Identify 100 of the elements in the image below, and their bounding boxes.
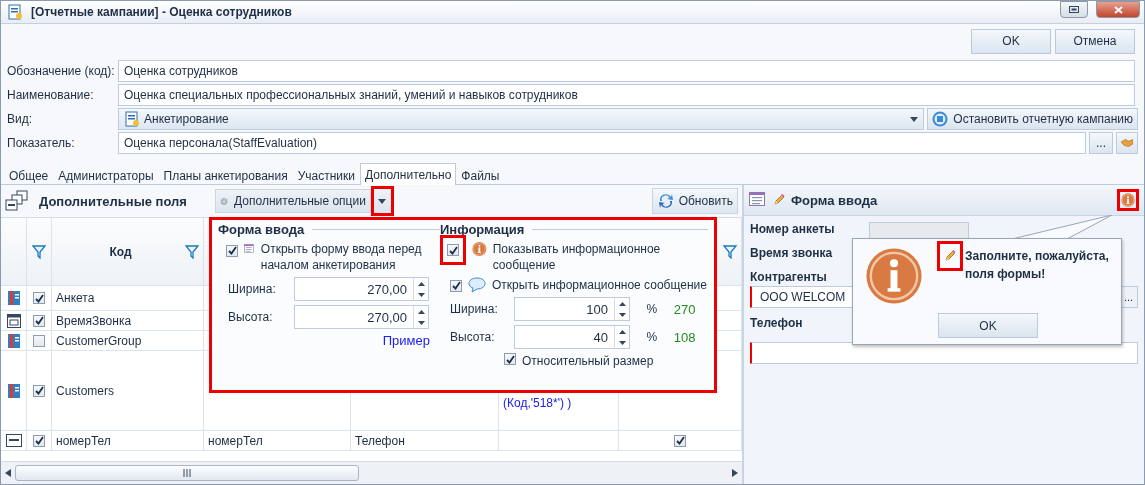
computed-value: 108 bbox=[673, 329, 697, 345]
table-cell: ВремяЗвонка bbox=[52, 311, 204, 331]
spin-buttons[interactable] bbox=[614, 326, 629, 348]
column-title: Код bbox=[108, 244, 133, 259]
info-button[interactable] bbox=[1117, 189, 1139, 211]
app-icon bbox=[7, 4, 23, 20]
info-icon bbox=[865, 247, 923, 305]
unit-label: % bbox=[646, 329, 659, 345]
tab[interactable]: Дополнительно bbox=[359, 163, 457, 185]
field-label: Время звонка bbox=[750, 246, 833, 260]
restore-button[interactable] bbox=[1060, 1, 1088, 18]
table-cell: Телефон bbox=[351, 431, 499, 451]
field-label: Ширина: bbox=[228, 281, 277, 297]
browse-button[interactable]: ... bbox=[1089, 132, 1113, 154]
refresh-button[interactable]: Обновить bbox=[651, 188, 738, 214]
field-label: Высота: bbox=[450, 329, 496, 345]
pencil-icon bbox=[773, 194, 785, 206]
text-field[interactable]: Оценка специальных профессиональных знаний, умений и навыков сотрудников bbox=[118, 84, 1135, 106]
info-icon bbox=[1121, 193, 1135, 207]
filter-icon[interactable] bbox=[185, 244, 199, 259]
tab[interactable]: Администраторы bbox=[53, 165, 159, 185]
table-cell: номерТел bbox=[204, 431, 351, 451]
options-button[interactable]: Дополнительные опции bbox=[214, 189, 371, 213]
field-label: Номер анкеты bbox=[750, 222, 835, 236]
checkbox-label: Открыть форму ввода перед началом анкетирования bbox=[260, 241, 423, 273]
info-icon bbox=[472, 241, 487, 257]
panel-title: Форма ввода bbox=[791, 192, 878, 208]
scroll-thumb[interactable] bbox=[15, 465, 359, 481]
computed-value: 270 bbox=[673, 301, 697, 317]
checkbox[interactable] bbox=[226, 244, 238, 257]
survey-icon bbox=[124, 111, 140, 127]
handshake-icon bbox=[1121, 138, 1133, 148]
pencil-icon bbox=[944, 250, 956, 262]
form-icon bbox=[749, 192, 767, 208]
checkbox[interactable] bbox=[33, 314, 45, 327]
group-title: Информация bbox=[440, 222, 525, 237]
close-icon bbox=[1113, 5, 1123, 14]
caret-icon bbox=[378, 198, 387, 204]
column-header[interactable] bbox=[27, 218, 52, 286]
caret-icon bbox=[910, 116, 919, 122]
filter-icon[interactable] bbox=[723, 244, 737, 259]
tab[interactable]: Общее bbox=[4, 165, 54, 185]
field-label: Вид: bbox=[7, 112, 34, 126]
spin-buttons[interactable] bbox=[413, 306, 428, 328]
handshake-button[interactable] bbox=[1116, 132, 1138, 154]
dropdown-button[interactable] bbox=[370, 186, 394, 216]
scroll-left-icon[interactable] bbox=[5, 469, 11, 477]
table-cell: номерТел bbox=[52, 431, 204, 451]
number-field[interactable]: 270,00 bbox=[294, 277, 429, 301]
spin-buttons[interactable] bbox=[413, 278, 428, 300]
field-label: Телефон bbox=[750, 316, 803, 330]
field-label: Показатель: bbox=[7, 136, 76, 150]
unit-label: % bbox=[646, 301, 659, 317]
example-link[interactable]: Пример bbox=[382, 333, 430, 348]
tab[interactable]: Планы анкетирования bbox=[158, 165, 293, 185]
book-icon bbox=[6, 290, 21, 306]
stop-campaign-button[interactable]: Остановить отчетную кампанию bbox=[927, 108, 1138, 130]
message-text: Заполните, пожалуйста, поля формы! bbox=[965, 248, 1110, 283]
field-label: Высота: bbox=[228, 309, 274, 325]
lookup-field[interactable]: Оценка персонала(StaffEvaluation) bbox=[118, 132, 1086, 154]
checkbox[interactable] bbox=[33, 384, 45, 397]
field-label: Обозначение (код): bbox=[7, 64, 115, 78]
checkbox[interactable] bbox=[33, 434, 45, 447]
table-cell: Анкета bbox=[52, 286, 204, 311]
checkbox[interactable] bbox=[674, 434, 686, 447]
filter-icon[interactable] bbox=[32, 244, 46, 259]
field-label: Контрагенты bbox=[750, 270, 827, 284]
dropdown-field[interactable]: Анкетирование bbox=[118, 108, 925, 130]
checkbox[interactable] bbox=[504, 353, 516, 365]
ok-button[interactable]: OK bbox=[971, 28, 1051, 54]
horizontal-scrollbar[interactable] bbox=[1, 461, 742, 484]
group-title: Форма ввода bbox=[218, 222, 305, 237]
restore-icon bbox=[1069, 6, 1079, 13]
speech-bubble-icon bbox=[468, 277, 486, 293]
table-cell: Customers bbox=[52, 351, 204, 431]
spin-buttons[interactable] bbox=[614, 298, 629, 320]
checkbox[interactable] bbox=[447, 244, 459, 256]
panel-title: Дополнительные поля bbox=[39, 193, 187, 209]
ok-button[interactable]: OK bbox=[938, 313, 1038, 338]
checkbox-label: Открыть информационное сообщение bbox=[492, 277, 707, 293]
table-cell: CustomerGroup bbox=[52, 331, 204, 351]
scroll-right-icon[interactable] bbox=[732, 469, 738, 477]
tab[interactable]: Файлы bbox=[456, 165, 505, 185]
fields-icon bbox=[5, 190, 29, 212]
checkbox[interactable] bbox=[33, 292, 45, 304]
checkbox[interactable] bbox=[450, 279, 462, 292]
checkbox-label: Показывать информационное сообщение bbox=[492, 241, 662, 273]
tab[interactable]: Участники bbox=[292, 165, 360, 185]
close-button[interactable] bbox=[1096, 1, 1140, 18]
refresh-icon bbox=[656, 192, 675, 210]
checkbox[interactable] bbox=[33, 334, 45, 347]
text-field[interactable]: Оценка сотрудников bbox=[118, 60, 1135, 82]
column-header[interactable]: Код bbox=[52, 218, 204, 286]
field-label: Наименование: bbox=[7, 88, 95, 102]
cancel-button[interactable]: Отмена bbox=[1055, 28, 1135, 54]
number-field[interactable]: 40 bbox=[514, 325, 630, 349]
window-title: [Отчетные кампании] - Оценка сотрудников bbox=[31, 5, 293, 19]
book-icon bbox=[6, 382, 21, 399]
number-field[interactable]: 270,00 bbox=[294, 305, 429, 329]
number-field[interactable]: 100 bbox=[514, 297, 630, 321]
